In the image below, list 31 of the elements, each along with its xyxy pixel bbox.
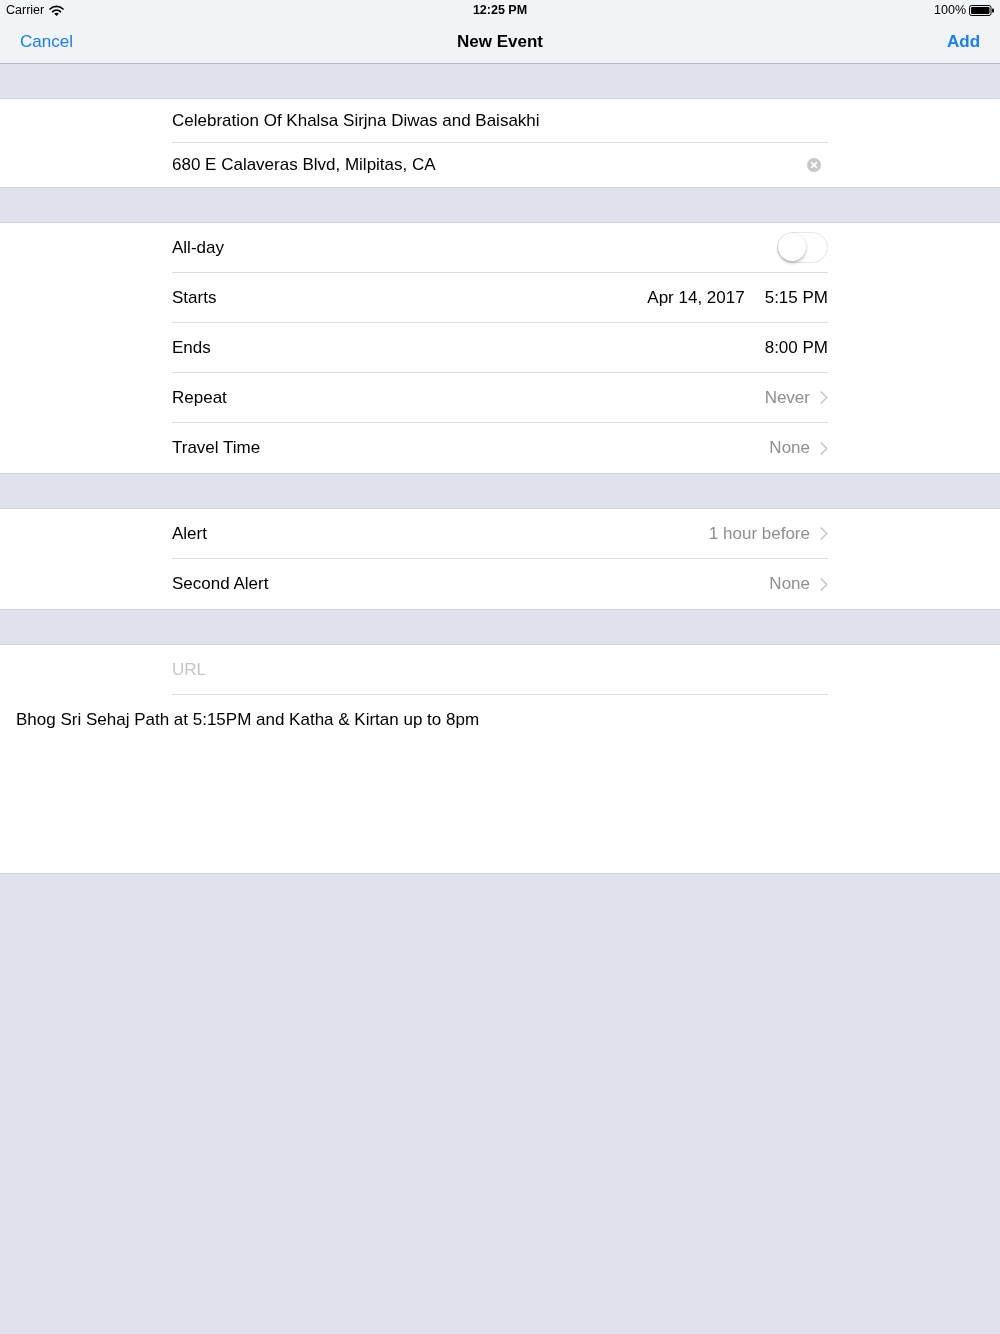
chevron-icon [820,441,828,455]
notes-field[interactable]: Bhog Sri Sehaj Path at 5:15PM and Katha & Kirtan up to 8pm [0,695,1000,873]
setting-label: All-day [172,237,224,258]
cancel-button[interactable]: Cancel [20,31,73,52]
clock-time: 12:25 PM [472,3,528,17]
setting-label: Travel Time [172,438,261,458]
location-field[interactable]: 680 E Calaveras Blvd, Milpitas, CA [172,143,828,187]
battery-icon [969,4,994,16]
setting-label: Second Alert [172,574,269,594]
event-title-field[interactable]: Celebration Of Khalsa Sirjna Diwas and Baisakhi [172,99,828,142]
chevron-icon [820,577,828,591]
time-button[interactable]: 5:15 PM [764,287,828,308]
picker-button[interactable]: Never [764,387,828,408]
picker-button[interactable]: None [769,574,828,594]
picker-button[interactable]: None [769,438,828,458]
setting-label: Starts [172,287,217,308]
carrier-label: Carrier [6,3,45,17]
nav-title: New Event [457,31,543,52]
toggle-switch[interactable] [777,232,828,263]
battery-percentage: 100% [934,3,966,17]
setting-label: Repeat [172,387,227,408]
chevron-icon [820,527,828,540]
wifi-icon [49,4,65,16]
date-button[interactable]: Apr 14, 2017 [647,287,745,308]
add-button[interactable]: Add [946,31,980,52]
setting-label: Ends [172,337,211,358]
clear-icon[interactable] [807,158,821,172]
chevron-icon [820,391,828,404]
time-button[interactable]: 8:00 PM [764,337,828,358]
picker-button[interactable]: 1 hour before [708,523,828,544]
setting-label: Alert [172,523,207,544]
